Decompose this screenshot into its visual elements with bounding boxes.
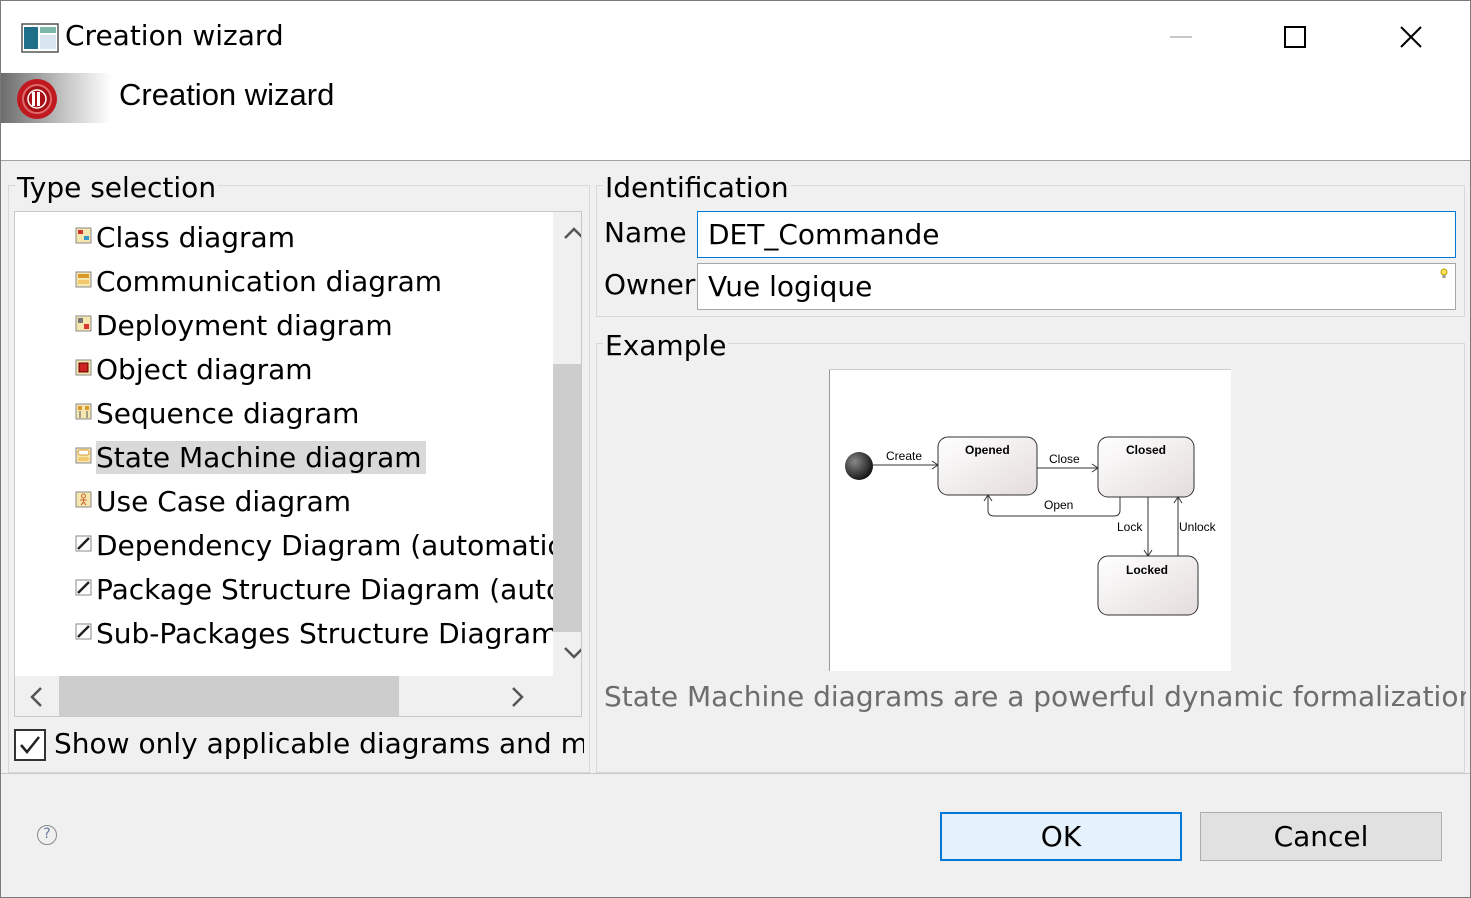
list-item-use-case-diagram[interactable]: Use Case diagram xyxy=(75,479,351,523)
type-selection-label: Type selection xyxy=(15,171,219,204)
horizontal-scrollbar[interactable] xyxy=(15,676,581,716)
scroll-up-icon[interactable] xyxy=(563,226,582,240)
scroll-down-icon[interactable] xyxy=(563,646,582,660)
diagram-type-list[interactable]: Class diagram Communication diagram Depl… xyxy=(14,211,582,717)
maximize-button[interactable] xyxy=(1265,13,1325,61)
minimize-icon xyxy=(1170,36,1192,38)
list-item-class-diagram[interactable]: Class diagram xyxy=(75,215,295,259)
use-case-diagram-icon xyxy=(75,491,92,507)
horizontal-scroll-thumb[interactable] xyxy=(59,676,399,716)
footer-separator xyxy=(1,773,1470,774)
vertical-scroll-thumb[interactable] xyxy=(553,364,581,632)
transition-label-create: Create xyxy=(886,449,922,463)
list-item-label: Package Structure Diagram (autor xyxy=(96,572,575,606)
maximize-icon xyxy=(1284,26,1306,48)
example-diagram-image: Create Opened Close Closed Open Lock Unl… xyxy=(829,369,1231,671)
wizard-logo-icon xyxy=(17,79,57,119)
owner-value: Vue logique xyxy=(708,270,873,303)
list-item-object-diagram[interactable]: Object diagram xyxy=(75,347,313,391)
show-only-applicable-label[interactable]: Show only applicable diagrams and mat xyxy=(54,727,584,760)
vertical-scrollbar[interactable] xyxy=(553,212,582,676)
scroll-right-icon[interactable] xyxy=(511,686,525,708)
list-item-state-machine-diagram[interactable]: State Machine diagram xyxy=(75,435,426,479)
initial-state-node xyxy=(845,452,873,480)
example-description: State Machine diagrams are a powerful dy… xyxy=(604,680,1466,713)
creation-wizard-dialog: Creation wizard Creation wizard Type sel… xyxy=(0,0,1471,898)
example-label: Example xyxy=(603,329,729,362)
show-only-applicable-checkbox[interactable] xyxy=(14,729,46,761)
checkmark-icon xyxy=(20,736,40,754)
transition-label-open: Open xyxy=(1044,498,1073,512)
auto-diagram-icon xyxy=(75,623,92,639)
auto-diagram-icon xyxy=(75,579,92,595)
list-item-label: Object diagram xyxy=(96,352,313,386)
wizard-banner: Creation wizard xyxy=(1,73,1470,161)
list-item-dependency-diagram[interactable]: Dependency Diagram (automatic) xyxy=(75,523,574,567)
minimize-button[interactable] xyxy=(1151,13,1211,61)
list-item-label: Communication diagram xyxy=(96,264,443,298)
identification-label: Identification xyxy=(603,171,791,204)
auto-diagram-icon xyxy=(75,535,92,551)
list-item-label: Class diagram xyxy=(96,220,295,254)
cancel-button[interactable]: Cancel xyxy=(1200,812,1442,861)
transition-label-unlock: Unlock xyxy=(1179,520,1217,534)
ok-button[interactable]: OK xyxy=(940,812,1182,861)
banner-title: Creation wizard xyxy=(119,77,335,112)
list-item-label: Sequence diagram xyxy=(96,396,360,430)
name-input[interactable]: DET_Commande xyxy=(697,211,1456,258)
app-icon xyxy=(21,23,59,53)
list-item-label: Deployment diagram xyxy=(96,308,393,342)
state-machine-example-diagram: Create Opened Close Closed Open Lock Unl… xyxy=(845,436,1217,616)
list-item-label: Use Case diagram xyxy=(96,484,352,518)
close-icon xyxy=(1400,26,1422,48)
scroll-left-icon[interactable] xyxy=(29,686,43,708)
list-item-communication-diagram[interactable]: Communication diagram xyxy=(75,259,442,303)
window-title: Creation wizard xyxy=(65,19,284,52)
deployment-diagram-icon xyxy=(75,315,92,331)
list-item-sequence-diagram[interactable]: Sequence diagram xyxy=(75,391,359,435)
owner-label: Owner xyxy=(604,268,696,301)
state-label-opened: Opened xyxy=(965,443,1010,457)
state-label-closed: Closed xyxy=(1126,443,1166,457)
class-diagram-icon xyxy=(75,227,92,243)
transition-label-close: Close xyxy=(1049,452,1080,466)
list-item-deployment-diagram[interactable]: Deployment diagram xyxy=(75,303,393,347)
owner-field[interactable]: Vue logique xyxy=(697,263,1456,310)
content-assist-icon xyxy=(1440,268,1448,278)
help-icon[interactable]: ? xyxy=(37,825,57,845)
list-item-package-structure-diagram[interactable]: Package Structure Diagram (autor xyxy=(75,567,575,611)
list-item-label: Sub-Packages Structure Diagram ( xyxy=(96,616,579,650)
state-machine-diagram-icon xyxy=(75,447,92,463)
transition-label-lock: Lock xyxy=(1117,520,1143,534)
list-item-label: Dependency Diagram (automatic) xyxy=(96,528,574,562)
list-item-sub-packages-structure-diagram[interactable]: Sub-Packages Structure Diagram ( xyxy=(75,611,578,655)
close-button[interactable] xyxy=(1381,13,1441,61)
communication-diagram-icon xyxy=(75,271,92,287)
list-item-label: State Machine diagram xyxy=(96,440,426,474)
state-label-locked: Locked xyxy=(1126,563,1168,577)
object-diagram-icon xyxy=(75,359,92,375)
name-label: Name xyxy=(604,216,687,249)
sequence-diagram-icon xyxy=(75,403,92,419)
title-bar: Creation wizard xyxy=(1,1,1470,73)
